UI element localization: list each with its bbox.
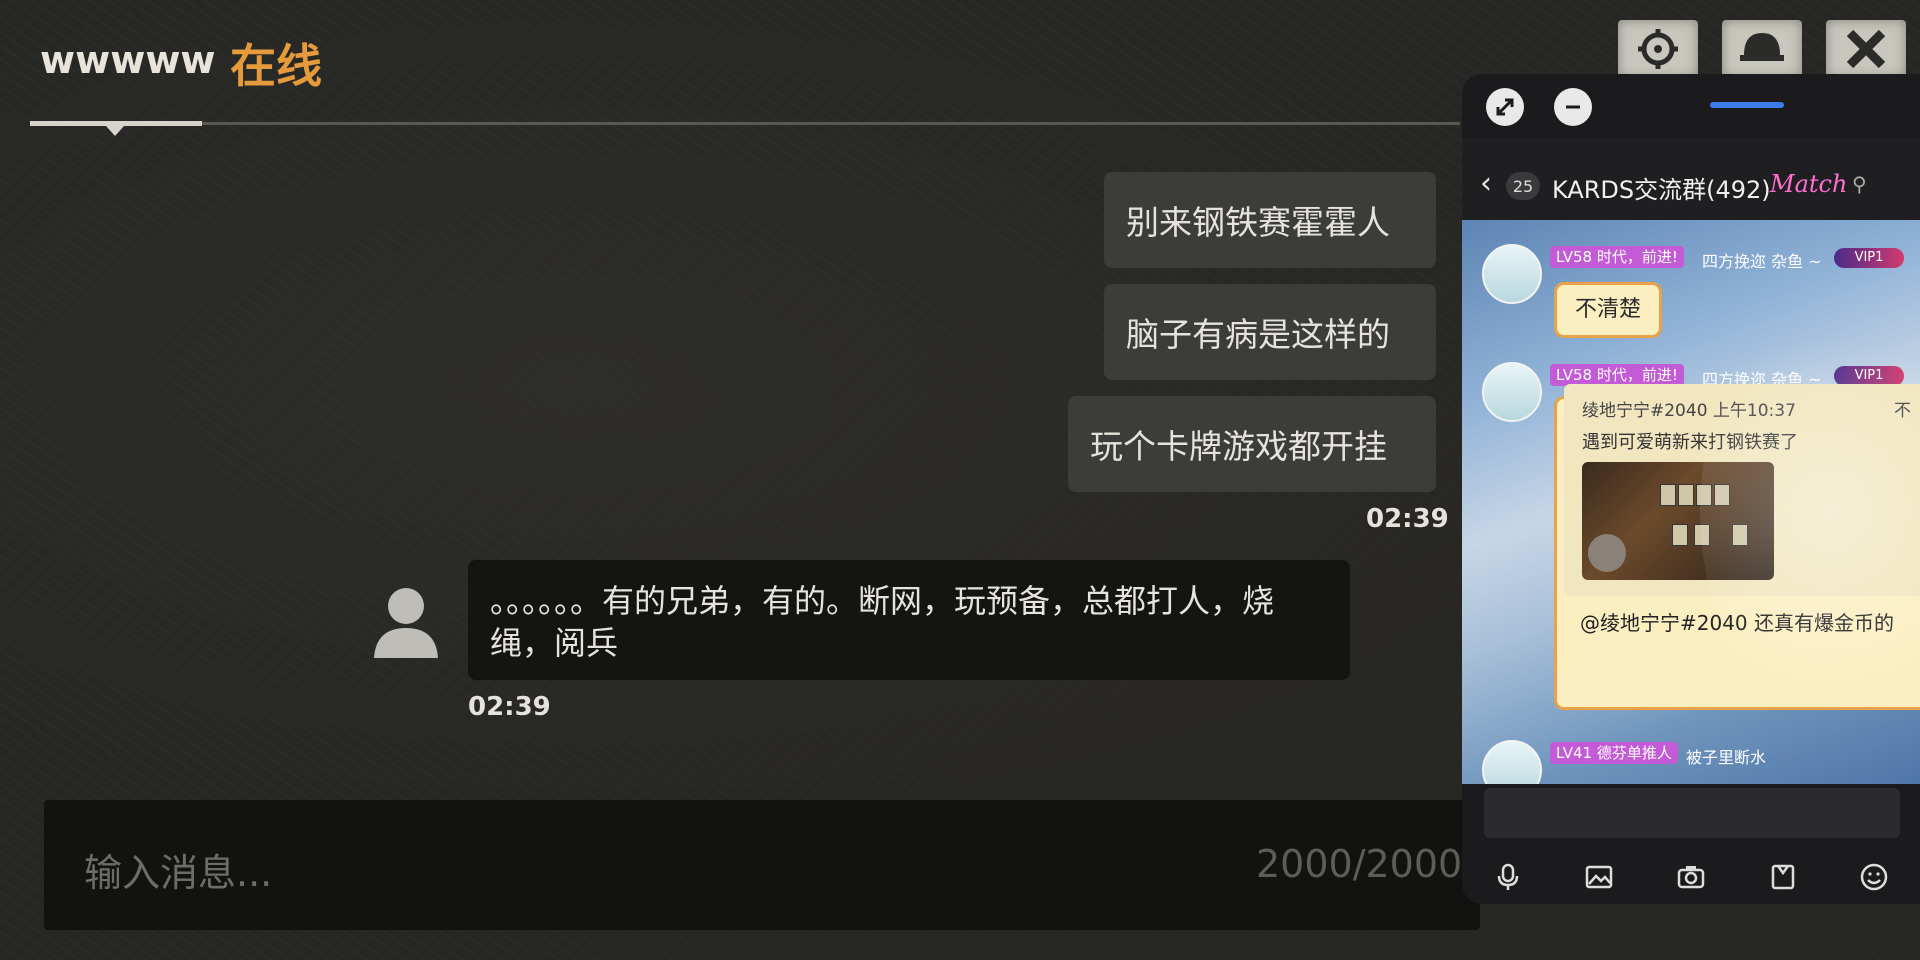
outgoing-message[interactable]: 玩个卡牌游戏都开挂 (1068, 396, 1436, 492)
quoted-message[interactable]: 绫地宁宁#2040 上午10:37 不 遇到可爱萌新来打钢铁赛了 (1564, 384, 1920, 596)
close-icon[interactable] (1826, 20, 1906, 78)
match-badge: Match (1770, 170, 1848, 198)
chat-header-bar: wwwww 在线 (0, 0, 1460, 136)
emoji-icon[interactable] (1857, 860, 1891, 894)
helmet-icon[interactable] (1722, 20, 1802, 78)
avatar[interactable] (366, 580, 446, 660)
game-screenshot-thumbnail[interactable] (1582, 462, 1774, 580)
header-divider (30, 122, 1460, 125)
group-title: KARDS交流群(492) (1552, 176, 1771, 204)
crosshair-icon[interactable] (1618, 20, 1698, 78)
contact-name: wwwww (40, 38, 216, 82)
avatar[interactable] (1482, 244, 1542, 304)
reply-text: @绫地宁宁#2040 还真有爆金币的 (1580, 611, 1895, 635)
sender-meta: 被子里断水 (1686, 748, 1767, 767)
sender-meta: 四方挽迩 杂鱼 ~ (1702, 252, 1822, 271)
level-badge: LV58 时代，前进! (1550, 246, 1684, 268)
incoming-message[interactable]: 。。。。。。有的兄弟，有的。断网，玩预备，总都打人，烧绳，阅兵 (468, 560, 1350, 680)
message-input-placeholder: 输入消息... (84, 851, 273, 895)
outgoing-message[interactable]: 脑子有病是这样的 (1104, 284, 1436, 380)
input-toolbar (1462, 850, 1920, 904)
outgoing-message[interactable]: 别来钢铁赛霍霍人 (1104, 172, 1436, 268)
window-titlebar[interactable] (1462, 74, 1920, 138)
avatar[interactable] (1482, 740, 1542, 784)
camera-icon[interactable] (1674, 860, 1708, 894)
expand-icon[interactable] (1486, 88, 1524, 126)
vip-badge: VIP1 (1834, 248, 1904, 268)
level-badge: LV41 德芬单推人 (1550, 742, 1678, 764)
chat-bubble[interactable]: 不清楚 (1554, 282, 1662, 338)
floating-chat-window[interactable]: ‹ 25 KARDS交流群(492) Match ⚲ LV58 时代，前进! 四… (1462, 74, 1920, 904)
group-message-input[interactable] (1484, 788, 1900, 838)
minimize-icon[interactable] (1554, 88, 1592, 126)
drag-handle[interactable] (1710, 102, 1784, 108)
file-icon[interactable] (1766, 860, 1800, 894)
quote-text: 遇到可爱萌新来打钢铁赛了 (1582, 432, 1798, 453)
group-chat-messages[interactable]: LV58 时代，前进! 四方挽迩 杂鱼 ~ VIP1 不清楚 LV58 时代，前… (1462, 220, 1920, 784)
avatar[interactable] (1482, 362, 1542, 422)
vip-badge: VIP1 (1834, 366, 1904, 386)
location-pin-icon[interactable]: ⚲ (1852, 172, 1867, 196)
message-timestamp: 02:39 (1366, 504, 1449, 534)
level-badge: LV58 时代，前进! (1550, 364, 1684, 386)
unread-badge: 25 (1506, 172, 1540, 200)
message-timestamp: 02:39 (468, 692, 551, 722)
group-chat-header: ‹ 25 KARDS交流群(492) Match ⚲ (1462, 138, 1920, 220)
online-status: 在线 (230, 39, 322, 93)
quote-sender: 绫地宁宁#2040 上午10:37 (1582, 401, 1796, 421)
tab-pointer-icon (106, 126, 124, 136)
quote-extra: 不 (1894, 401, 1911, 421)
microphone-icon[interactable] (1491, 860, 1525, 894)
back-chevron-icon[interactable]: ‹ (1480, 166, 1492, 201)
image-icon[interactable] (1582, 860, 1616, 894)
char-counter: 2000/2000 (1256, 842, 1463, 886)
top-action-icons (1618, 20, 1906, 78)
